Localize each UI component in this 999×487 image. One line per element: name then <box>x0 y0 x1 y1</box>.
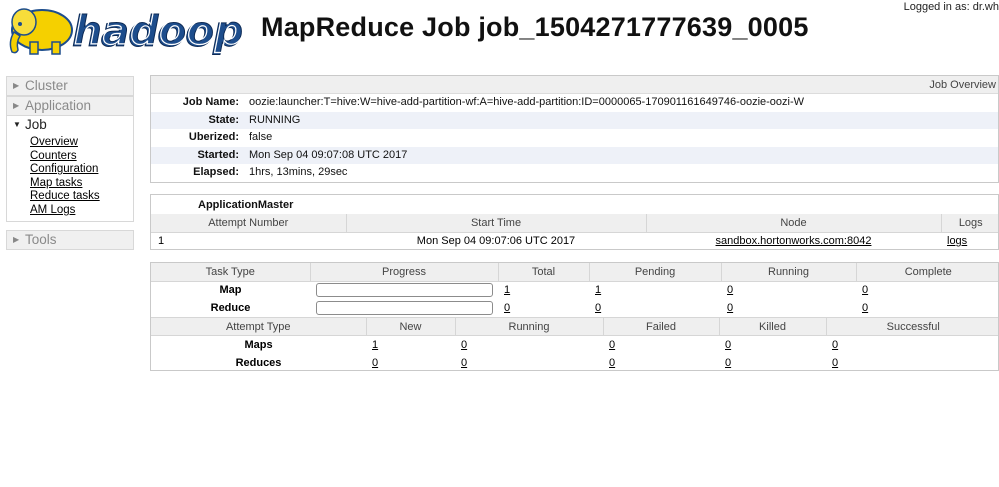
nav-cluster[interactable]: ▶ Cluster <box>6 76 134 96</box>
am-table: Attempt Number Start Time Node Logs 1 Mo… <box>151 214 998 249</box>
state-value: RUNNING <box>249 113 301 126</box>
maps-failed-link[interactable]: 0 <box>609 339 615 351</box>
col-total: Total <box>498 263 590 282</box>
reduce-total-link[interactable]: 0 <box>504 302 510 314</box>
reduces-new-link[interactable]: 0 <box>372 357 378 369</box>
uberized-row: Uberized: false <box>151 129 998 147</box>
table-row: Map 1 1 0 0 <box>151 281 998 299</box>
application-master-panel: ApplicationMaster Attempt Number Start T… <box>150 194 999 250</box>
col-successful: Successful <box>826 317 998 336</box>
reduces-running-link[interactable]: 0 <box>461 357 467 369</box>
job-links-list: Overview Counters Configuration Map task… <box>7 134 133 221</box>
table-row: Maps 1 0 0 0 0 <box>151 336 998 354</box>
maps-successful-link[interactable]: 0 <box>832 339 838 351</box>
am-col-attempt-number: Attempt Number <box>151 214 347 233</box>
reduces-failed-link[interactable]: 0 <box>609 357 615 369</box>
reduce-complete-link[interactable]: 0 <box>862 302 868 314</box>
map-complete-link[interactable]: 0 <box>862 284 868 296</box>
link-reduce-tasks[interactable]: Reduce tasks <box>30 190 100 202</box>
map-total-link[interactable]: 1 <box>504 284 510 296</box>
am-start-time: Mon Sep 04 09:07:06 UTC 2017 <box>416 235 576 248</box>
col-attempt-running: Running <box>455 317 604 336</box>
hadoop-logo[interactable]: hadoop hadoop <box>6 2 248 58</box>
col-failed: Failed <box>603 317 720 336</box>
link-map-tasks[interactable]: Map tasks <box>30 177 82 189</box>
map-progress-bar <box>316 283 493 298</box>
map-running-link[interactable]: 0 <box>727 284 733 296</box>
col-attempt-type: Attempt Type <box>151 317 367 336</box>
reduce-progress-bar <box>316 301 493 315</box>
col-running: Running <box>721 263 857 282</box>
am-col-node: Node <box>646 214 942 233</box>
nav-application-label: Application <box>25 98 92 113</box>
col-progress: Progress <box>310 263 499 282</box>
job-overview-panel: Job Overview Job Name: oozie:launcher:T=h… <box>150 75 999 183</box>
uberized-label: Uberized: <box>188 131 239 144</box>
link-am-logs[interactable]: AM Logs <box>30 204 75 216</box>
link-counters[interactable]: Counters <box>30 150 77 162</box>
table-row: Reduce 0 0 0 0 <box>151 299 998 317</box>
state-label: State: <box>208 113 239 126</box>
col-task-type: Task Type <box>151 263 311 282</box>
triangle-right-icon: ▶ <box>13 81 20 90</box>
nav-job: ▼ Job Overview Counters Configuration Map… <box>6 115 134 222</box>
reduces-killed-link[interactable]: 0 <box>725 357 731 369</box>
nav-application[interactable]: ▶ Application <box>6 96 134 116</box>
maps-running-link[interactable]: 0 <box>461 339 467 351</box>
hadoop-elephant-icon: hadoop hadoop <box>9 4 246 57</box>
am-logs-link[interactable]: logs <box>947 235 967 247</box>
triangle-right-icon: ▶ <box>13 101 20 110</box>
job-name-label: Job Name: <box>182 96 239 108</box>
am-node-link[interactable]: sandbox.hortonworks.com:8042 <box>716 235 872 247</box>
col-new: New <box>366 317 456 336</box>
table-row: 1 Mon Sep 04 09:07:06 UTC 2017 sandbox.h… <box>151 232 998 249</box>
reduces-label: Reduces <box>235 356 282 369</box>
triangle-down-icon: ▼ <box>13 120 21 129</box>
triangle-right-icon: ▶ <box>13 235 20 244</box>
reduces-successful-link[interactable]: 0 <box>832 357 838 369</box>
col-killed: Killed <box>719 317 827 336</box>
logged-in-user: Logged in as: dr.wh <box>903 1 999 13</box>
nav-tools-label: Tools <box>25 232 57 247</box>
nav-tools[interactable]: ▶ Tools <box>6 230 134 250</box>
page-title: MapReduce Job job_1504271777639_0005 <box>261 12 809 42</box>
am-title: ApplicationMaster <box>198 199 294 211</box>
link-overview[interactable]: Overview <box>30 136 78 148</box>
tasks-panel: Task Type Progress Total Pending Running… <box>150 262 999 371</box>
elapsed-value: 1hrs, 13mins, 29sec <box>249 166 348 179</box>
nav-job-header[interactable]: ▼ Job <box>7 116 133 134</box>
link-configuration[interactable]: Configuration <box>30 163 98 175</box>
am-col-start-time: Start Time <box>346 214 647 233</box>
started-row: Started: Mon Sep 04 09:07:08 UTC 2017 <box>151 146 998 165</box>
col-pending: Pending <box>589 263 722 282</box>
nav-job-label: Job <box>25 117 47 132</box>
nav-cluster-label: Cluster <box>25 78 68 93</box>
svg-text:hadoop: hadoop <box>74 5 244 54</box>
am-attempt-number: 1 <box>158 235 165 248</box>
map-label: Map <box>219 284 242 297</box>
state-row: State: RUNNING <box>151 111 998 130</box>
elapsed-row: Elapsed: 1hrs, 13mins, 29sec <box>151 164 998 182</box>
reduce-label: Reduce <box>210 302 251 314</box>
map-pending-link[interactable]: 1 <box>595 284 601 296</box>
started-label: Started: <box>197 148 239 161</box>
maps-killed-link[interactable]: 0 <box>725 339 731 351</box>
job-name-value: oozie:launcher:T=hive:W=hive-add-partiti… <box>249 96 805 108</box>
maps-label: Maps <box>244 338 273 351</box>
am-col-logs: Logs <box>941 214 998 233</box>
reduce-pending-link[interactable]: 0 <box>595 302 601 314</box>
job-overview-header: Job Overview <box>151 76 998 94</box>
reduce-running-link[interactable]: 0 <box>727 302 733 314</box>
attempt-type-table: Attempt Type New Running Failed Killed S… <box>151 317 998 371</box>
table-row: Reduces 0 0 0 0 0 <box>151 354 998 371</box>
started-value: Mon Sep 04 09:07:08 UTC 2017 <box>249 148 408 161</box>
job-name-row: Job Name: oozie:launcher:T=hive:W=hive-ad… <box>151 94 998 112</box>
uberized-value: false <box>249 131 273 144</box>
task-type-table: Task Type Progress Total Pending Running… <box>151 263 998 317</box>
col-complete: Complete <box>856 263 998 282</box>
maps-new-link[interactable]: 1 <box>372 339 378 351</box>
elapsed-label: Elapsed: <box>193 166 239 179</box>
